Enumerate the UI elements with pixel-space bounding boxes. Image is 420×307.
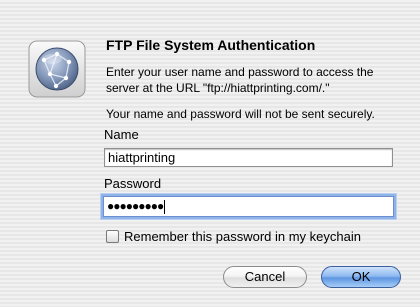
dialog-message: Enter your user name and password to acc… — [106, 65, 374, 95]
password-label: Password — [104, 176, 162, 191]
remember-password-label[interactable]: Remember this password in my keychain — [124, 229, 361, 245]
dialog-title: FTP File System Authentication — [106, 37, 316, 53]
cancel-button[interactable]: Cancel — [223, 266, 307, 288]
name-label: Name — [104, 127, 139, 142]
network-globe-icon — [28, 40, 86, 98]
name-input[interactable]: hiattprinting — [104, 148, 393, 167]
security-note: Your name and password will not be sent … — [106, 107, 375, 121]
password-masked-value: ●●●●●●●●● — [107, 199, 164, 213]
ftp-auth-dialog: FTP File System Authentication Enter you… — [0, 0, 420, 307]
text-caret — [164, 199, 166, 214]
password-input[interactable]: ●●●●●●●●● — [103, 196, 394, 217]
ok-button[interactable]: OK — [321, 266, 401, 288]
remember-password-checkbox[interactable] — [106, 230, 119, 243]
